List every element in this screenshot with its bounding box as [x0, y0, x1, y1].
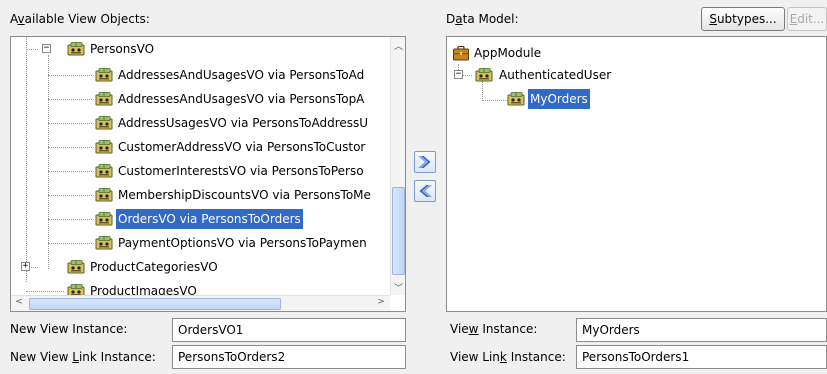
view-object-icon: [507, 92, 525, 106]
new-view-instance-label: New View Instance:: [10, 322, 128, 336]
view-object-icon: [95, 68, 113, 82]
view-object-icon: [67, 260, 85, 274]
available-view-objects-label: Available View Objects:: [10, 12, 150, 26]
view-object-icon: [95, 188, 113, 202]
view-object-icon: [95, 212, 113, 226]
tree-node-label: MembershipDiscountsVO via PersonsToMe: [118, 188, 371, 202]
tree-node-child[interactable]: CustomerInterestsVO via PersonsToPerso: [11, 161, 391, 181]
tree-node-personsvo[interactable]: − PersonsVO: [11, 39, 391, 59]
vertical-scroll-thumb[interactable]: [392, 187, 405, 275]
tree-node-label: ProductCategoriesVO: [90, 260, 218, 274]
view-object-icon: [67, 42, 85, 56]
briefcase-icon: [453, 46, 469, 61]
tree-node-label: AddressesAndUsagesVO via PersonsTopA: [118, 92, 365, 106]
tree-node-label: AddressesAndUsagesVO via PersonsToAd: [118, 68, 365, 82]
tree-node-child[interactable]: AddressUsagesVO via PersonsToAddressU: [11, 113, 391, 133]
tree-node-authenticateduser[interactable]: − AuthenticatedUser: [447, 65, 817, 85]
tree-node-label: CustomerInterestsVO via PersonsToPerso: [118, 164, 364, 178]
remove-from-model-button[interactable]: [414, 180, 436, 202]
view-instance-label: View Instance:: [450, 322, 538, 336]
chevron-left-icon: [419, 185, 432, 197]
tree-node-child[interactable]: AddressesAndUsagesVO via PersonsToAd: [11, 65, 391, 85]
tree-node-appmodule[interactable]: AppModule: [447, 43, 817, 63]
view-object-icon: [95, 140, 113, 154]
tree-node-myorders[interactable]: MyOrders: [447, 89, 817, 109]
available-view-objects-tree[interactable]: − PersonsVO AddressesAndUsagesVO via Per…: [10, 36, 406, 312]
view-object-icon: [475, 68, 493, 82]
view-object-icon: [95, 164, 113, 178]
tree-node-label: AppModule: [474, 46, 542, 60]
tree-node-label: PersonsVO: [90, 42, 155, 56]
tree-node-label: PaymentOptionsVO via PersonsToPaymen: [118, 236, 367, 250]
view-object-icon: [95, 92, 113, 106]
tree-node-label: AuthenticatedUser: [499, 68, 612, 82]
new-view-instance-field[interactable]: OrdersVO1: [172, 318, 406, 342]
scroll-left-arrow-icon[interactable]: <: [13, 297, 25, 311]
tree-node-productcategoriesvo[interactable]: + ProductCategoriesVO: [11, 257, 391, 277]
tree-node-child[interactable]: AddressesAndUsagesVO via PersonsTopA: [11, 89, 391, 109]
scroll-up-arrow-icon[interactable]: ︿: [391, 39, 405, 53]
tree-node-child[interactable]: MembershipDiscountsVO via PersonsToMe: [11, 185, 391, 205]
view-link-instance-field[interactable]: PersonsToOrders1: [576, 345, 827, 369]
data-model-label: Data Model:: [446, 12, 519, 26]
tree-node-child-selected[interactable]: OrdersVO via PersonsToOrders: [11, 209, 391, 229]
horizontal-scrollbar[interactable]: < >: [11, 295, 390, 311]
edit-button[interactable]: Edit...: [787, 7, 827, 31]
scroll-right-arrow-icon[interactable]: >: [375, 297, 387, 311]
horizontal-scroll-thumb[interactable]: [29, 298, 281, 310]
new-view-link-instance-label: New View Link Instance:: [10, 350, 156, 364]
expand-toggle[interactable]: +: [21, 262, 30, 271]
scroll-down-arrow-icon[interactable]: ﹀: [391, 281, 405, 295]
chevron-right-icon: [418, 156, 431, 168]
vertical-scrollbar[interactable]: ︿ ﹀: [390, 37, 405, 295]
view-link-instance-label: View Link Instance:: [450, 350, 566, 364]
new-view-link-instance-field[interactable]: PersonsToOrders2: [172, 345, 406, 369]
tree-node-label: OrdersVO via PersonsToOrders: [116, 209, 303, 229]
collapse-toggle[interactable]: −: [42, 44, 51, 53]
view-object-icon: [95, 236, 113, 250]
tree-node-label: CustomerAddressVO via PersonsToCustor: [118, 140, 366, 154]
collapse-toggle[interactable]: −: [454, 70, 463, 79]
view-object-icon: [95, 116, 113, 130]
subtypes-button[interactable]: Subtypes...: [701, 7, 785, 31]
data-model-tree[interactable]: AppModule − AuthenticatedUser MyOrders: [446, 36, 827, 312]
tree-node-label: MyOrders: [528, 89, 590, 109]
tree-node-child[interactable]: PaymentOptionsVO via PersonsToPaymen: [11, 233, 391, 253]
tree-node-child[interactable]: CustomerAddressVO via PersonsToCustor: [11, 137, 391, 157]
view-instance-field[interactable]: MyOrders: [576, 318, 827, 342]
add-to-model-button[interactable]: [414, 151, 436, 173]
tree-node-label: AddressUsagesVO via PersonsToAddressU: [118, 116, 369, 130]
